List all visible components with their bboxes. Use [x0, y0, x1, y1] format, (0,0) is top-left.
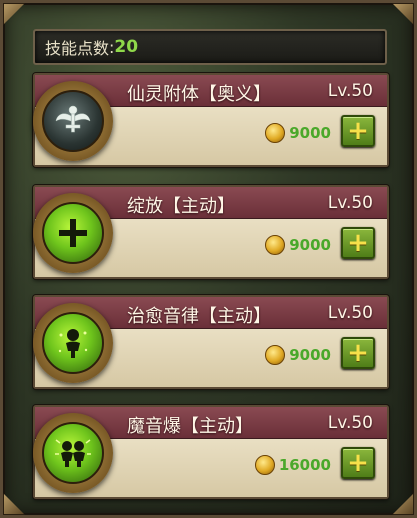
skill-icon-frame[interactable]	[33, 81, 113, 161]
frame-corner	[392, 493, 414, 515]
skill-cost-value: 16000	[278, 456, 331, 474]
plus-icon: +	[347, 338, 369, 368]
skill-card: 治愈音律【主动】 Lv.50 9000 +	[33, 295, 389, 389]
sound-burst-icon	[42, 422, 104, 484]
upgrade-skill-button[interactable]: +	[341, 447, 375, 479]
skill-panel: 技能点数 : 20 仙灵附体【奥义】 Lv.50 9000 + 绽放【主动】 L…	[0, 0, 417, 518]
skill-level: Lv.50	[327, 413, 373, 433]
skill-cost-value: 9000	[289, 346, 331, 364]
skill-name: 魔音爆【主动】	[127, 416, 253, 437]
skill-cost-value: 9000	[289, 124, 331, 142]
skill-cost: 9000	[265, 235, 331, 255]
skill-card: 魔音爆【主动】 Lv.50 16000 +	[33, 405, 389, 499]
plus-icon: +	[347, 448, 369, 478]
healing-figure-icon	[42, 312, 104, 374]
upgrade-skill-button[interactable]: +	[341, 227, 375, 259]
skill-icon-frame[interactable]	[33, 413, 113, 493]
frame-corner	[3, 493, 25, 515]
skill-level: Lv.50	[327, 193, 373, 213]
skill-level: Lv.50	[327, 81, 373, 101]
skill-name: 治愈音律【主动】	[127, 306, 271, 327]
gold-coin-icon	[265, 235, 286, 255]
bloom-cross-icon	[42, 202, 104, 264]
skill-name: 绽放【主动】	[127, 196, 235, 217]
gold-coin-icon	[265, 123, 286, 143]
spirit-wings-icon	[42, 90, 104, 152]
gold-coin-icon	[254, 455, 275, 475]
skill-points-label: 技能点数	[45, 39, 110, 58]
frame-corner	[392, 3, 414, 25]
skill-name: 仙灵附体【奥义】	[127, 84, 271, 105]
skill-icon-frame[interactable]	[33, 303, 113, 383]
skill-points-bar: 技能点数 : 20	[33, 29, 387, 65]
skill-points-value: 20	[114, 37, 139, 57]
frame-corner	[3, 3, 25, 25]
upgrade-skill-button[interactable]: +	[341, 115, 375, 147]
skill-card: 绽放【主动】 Lv.50 9000 +	[33, 185, 389, 279]
skill-icon-frame[interactable]	[33, 193, 113, 273]
upgrade-skill-button[interactable]: +	[341, 337, 375, 369]
skill-level: Lv.50	[327, 303, 373, 323]
gold-coin-icon	[265, 345, 286, 365]
skill-cost-value: 9000	[289, 236, 331, 254]
skill-card: 仙灵附体【奥义】 Lv.50 9000 +	[33, 73, 389, 167]
skill-cost: 9000	[265, 123, 331, 143]
skill-cost: 16000	[254, 455, 331, 475]
plus-icon: +	[347, 228, 369, 258]
plus-icon: +	[347, 116, 369, 146]
skill-cost: 9000	[265, 345, 331, 365]
